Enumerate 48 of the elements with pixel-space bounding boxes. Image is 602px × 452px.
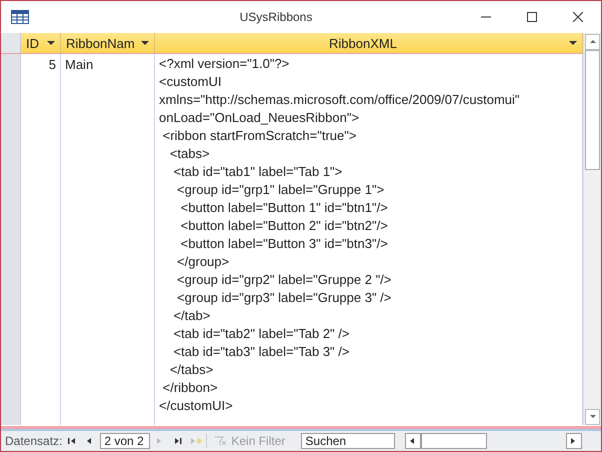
search-field[interactable]: Suchen (301, 433, 396, 449)
table-cell: 5 (48, 57, 56, 72)
table-cell: Main (65, 57, 94, 72)
column-header[interactable]: RibbonNam (61, 33, 155, 53)
up-triangle-icon (588, 38, 596, 46)
scroll-left-button[interactable] (405, 433, 422, 449)
record-number-field[interactable]: 2 von 2 (100, 433, 150, 449)
code-line: <?xml version="1.0"?> (159, 56, 290, 71)
maximize-icon (527, 12, 537, 22)
window-title: USysRibbons (238, 10, 314, 24)
scroll-thumb[interactable] (585, 50, 600, 170)
scroll-down-button[interactable] (585, 409, 600, 425)
column-header[interactable]: ID (21, 33, 61, 53)
code-line: </ribbon> (162, 380, 218, 395)
code-line: </tab> (172, 308, 210, 323)
code-line: <customUI (159, 74, 222, 89)
scroll-right-button[interactable] (566, 433, 582, 449)
code-line: xmlns="http://schemas.microsoft.com/office/2009/07/customui" (159, 92, 520, 107)
code-line: <button label="Button 1" id="btn1"/> (180, 200, 388, 215)
code-line: <button label="Button 3" id="btn3"/> (180, 236, 388, 251)
code-line: <button label="Button 2" id="btn2"/> (180, 218, 388, 233)
code-line: <tab id="tab1" label="Tab 1"> (172, 164, 342, 179)
vertical-scrollbar[interactable] (583, 33, 601, 425)
new-record-icon (190, 437, 202, 445)
code-line: <tabs> (168, 146, 210, 161)
code-line: onLoad="OnLoad_NeuesRibbon"> (159, 110, 360, 125)
filter-icon (215, 436, 228, 446)
table-icon (11, 10, 29, 24)
horizontal-scrollbar[interactable] (405, 432, 582, 450)
last-icon (174, 437, 182, 445)
down-triangle-icon (588, 413, 596, 421)
scroll-thumb[interactable] (421, 433, 488, 449)
code-line: <group id="grp3" label="Gruppe 3" /> (176, 290, 392, 305)
code-line: </group> (176, 254, 230, 269)
code-line: <tab id="tab2" label="Tab 2" /> (172, 326, 350, 341)
scroll-up-button[interactable] (585, 34, 600, 50)
dropdown-caret-icon (569, 41, 577, 46)
first-icon (68, 437, 76, 445)
close-icon (573, 12, 583, 22)
code-line: <tab id="tab3" label="Tab 3" /> (172, 344, 350, 359)
dropdown-caret-icon (47, 41, 55, 46)
code-line: <group id="grp1" label="Gruppe 1"> (176, 182, 384, 197)
code-line: <ribbon startFromScratch="true"> (162, 128, 356, 143)
record-label: Datensatz: (5, 434, 62, 448)
code-line: <group id="grp2" label="Gruppe 2 "/> (176, 272, 392, 287)
code-line: </customUI> (159, 398, 233, 413)
dropdown-caret-icon (141, 41, 149, 46)
code-line: </tabs> (168, 362, 214, 377)
